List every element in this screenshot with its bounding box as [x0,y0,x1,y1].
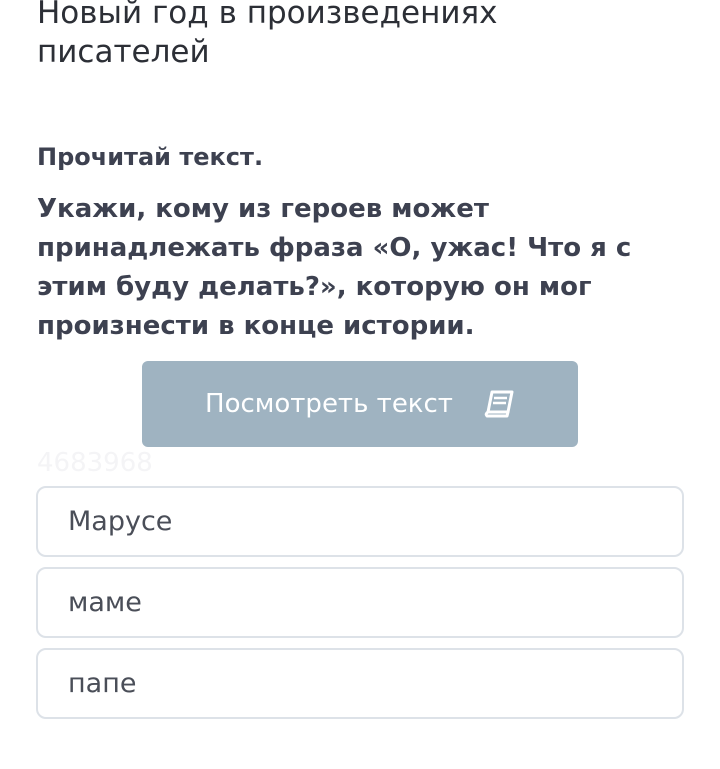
answer-options: Марусе маме папе [36,486,684,729]
answer-option-label: маме [68,587,142,618]
answer-option-label: Марусе [68,506,173,537]
question-text: Укажи, кому из героев может принадлежать… [37,194,632,341]
task-id: 4683968 [37,448,153,478]
answer-option-1[interactable]: Марусе [36,486,684,557]
page-title: Новый год в произведениях писателей [37,0,498,70]
book-icon [483,390,515,418]
answer-option-3[interactable]: папе [36,648,684,719]
answer-option-2[interactable]: маме [36,567,684,638]
answer-option-label: папе [68,668,137,699]
view-text-button[interactable]: Посмотреть текст [142,361,578,447]
view-text-label: Посмотреть текст [205,389,453,419]
instruction-text: Прочитай текст. [37,143,264,171]
